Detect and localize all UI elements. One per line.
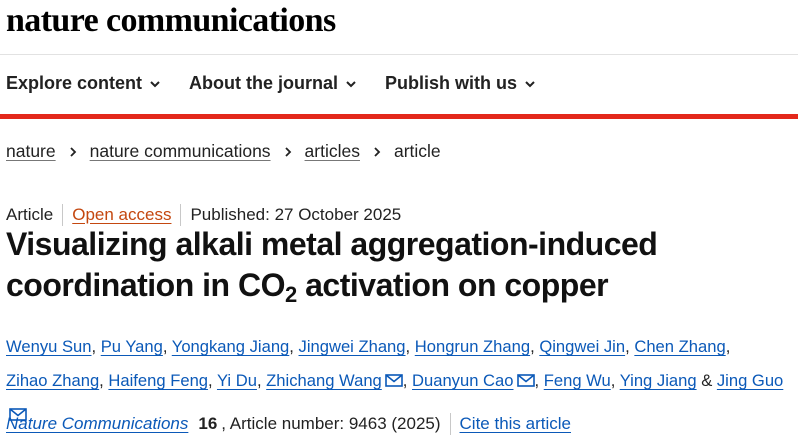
author-link[interactable]: Yi Du [217,371,257,390]
nav-publish-with-us[interactable]: Publish with us [385,73,536,94]
author-entry: Zhichang Wang [266,371,403,390]
citation-divider [449,413,451,435]
published-date: Published: 27 October 2025 [190,205,402,224]
article-type: Article [6,205,54,224]
journal-link[interactable]: Nature Communications [6,414,188,434]
author-link[interactable]: Haifeng Feng [108,371,208,390]
meta-divider [62,204,64,226]
author-link[interactable]: Duanyun Cao [412,371,513,390]
chevron-right-icon [69,146,76,157]
email-icon[interactable] [516,365,535,387]
author-link[interactable]: Wenyu Sun [6,337,91,356]
open-access-link[interactable]: Open access [72,205,171,225]
author-link[interactable]: Jing Guo [717,371,783,390]
title-line-2-pre: coordination in CO [6,267,285,303]
chevron-down-icon [150,80,160,87]
article-title: Visualizing alkali metal aggregation-ind… [6,224,786,306]
header-divider [0,54,798,55]
nav-label: Publish with us [385,73,518,93]
title-line-2-post: activation on copper [296,267,609,303]
author-link[interactable]: Ying Jiang [620,371,697,390]
author-entry: Qingwei Jin [539,337,625,356]
volume-number: 16 [198,414,218,433]
author-entry: Haifeng Feng [108,371,208,390]
author-entry: Duanyun Cao [412,371,535,390]
author-entry: Yi Du [217,371,257,390]
chevron-down-icon [525,80,535,87]
nav-explore-content[interactable]: Explore content [6,73,161,94]
author-entry: Hongrun Zhang [415,337,530,356]
breadcrumb: nature nature communications articles ar… [6,141,441,162]
author-link[interactable]: Jingwei Zhang [299,337,406,356]
author-entry: Feng Wu [544,371,611,390]
accent-bar [0,114,798,119]
article-number: , Article number: 9463 (2025) [221,414,441,433]
email-icon[interactable] [9,399,27,421]
meta-divider [180,204,182,226]
author-entry: Chen Zhang [634,337,725,356]
author-entry: Pu Yang [101,337,163,356]
chevron-down-icon [346,80,356,87]
author-entry: Ying Jiang [620,371,697,390]
author-link[interactable]: Pu Yang [101,337,163,356]
author-entry: Jingwei Zhang [299,337,406,356]
author-link[interactable]: Yongkang Jiang [172,337,290,356]
breadcrumb-nature-communications[interactable]: nature communications [90,141,271,162]
author-entry: Zihao Zhang [6,371,99,390]
author-link[interactable]: Feng Wu [544,371,611,390]
nav-label: Explore content [6,73,143,93]
cite-this-article-link[interactable]: Cite this article [460,414,571,434]
breadcrumb-nature[interactable]: nature [6,141,56,162]
chevron-right-icon [284,146,291,157]
email-icon[interactable] [384,365,403,387]
author-link[interactable]: Qingwei Jin [539,337,625,356]
breadcrumb-articles[interactable]: articles [305,141,360,162]
author-entry: Yongkang Jiang [172,337,290,356]
nav-label: About the journal [189,73,339,93]
title-subscript: 2 [284,282,297,307]
chevron-right-icon [374,146,381,157]
author-link[interactable]: Zihao Zhang [6,371,99,390]
site-logo[interactable]: nature communications [6,2,336,40]
author-link[interactable]: Hongrun Zhang [415,337,530,356]
author-link[interactable]: Chen Zhang [634,337,725,356]
author-entry: Wenyu Sun [6,337,91,356]
main-nav: Explore content About the journal Publis… [6,73,564,94]
nav-about-journal[interactable]: About the journal [189,73,357,94]
citation-line: Nature Communications 16 , Article numbe… [6,413,571,435]
breadcrumb-current: article [393,141,441,161]
article-meta: Article Open access Published: 27 Octobe… [6,204,401,226]
author-link[interactable]: Zhichang Wang [266,371,382,390]
title-line-1: Visualizing alkali metal aggregation-ind… [6,226,658,262]
